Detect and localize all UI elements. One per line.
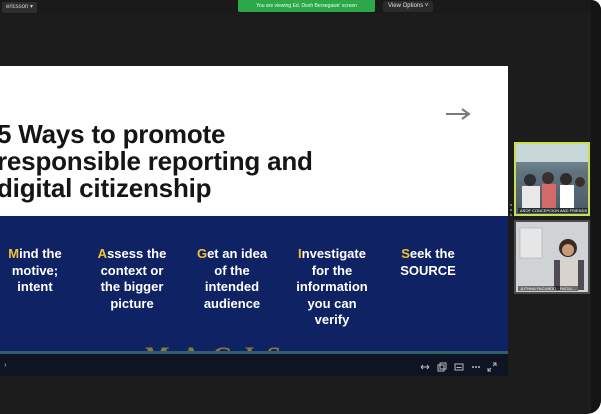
slide-title: 5 Ways to promote responsible reporting …: [0, 121, 437, 202]
tip-text: for the: [311, 262, 353, 278]
arrow-right-icon[interactable]: [444, 107, 472, 121]
slide-title-line-1: 5 Ways to promote: [0, 119, 226, 149]
tip-text: information: [296, 279, 368, 294]
tip-seek-source: Seek the SOURCE: [388, 246, 468, 279]
tip-text: eek the: [409, 246, 455, 261]
tip-text: ind the: [19, 246, 62, 261]
meeting-topbar: ericsson ▾ You are viewing Ed. Dexh Bers…: [0, 0, 601, 14]
tip-text: audience: [203, 295, 261, 311]
slide-title-line-2: responsible reporting and: [0, 146, 313, 176]
device-bezel: [591, 0, 601, 414]
tip-assess-context: Assess the context or the bigger picture: [84, 246, 180, 312]
tip-initial: A: [97, 246, 108, 261]
tip-get-an-idea: Get an idea of the intended audience: [186, 246, 278, 312]
tip-text: SOURCE: [400, 262, 456, 278]
zoom-menu-chip[interactable]: ericsson ▾: [2, 2, 38, 13]
fit-screen-icon[interactable]: [420, 359, 430, 370]
tip-mind-the-motive: Mind the motive; intent: [0, 246, 70, 296]
screen-share-banner: You are viewing Ed. Dexh Bersegawe' scre…: [238, 0, 375, 12]
captions-icon[interactable]: [454, 359, 464, 371]
fullscreen-icon[interactable]: [487, 359, 497, 372]
tip-text: et an idea: [207, 246, 268, 261]
device-frame: ericsson ▾ You are viewing Ed. Dexh Bers…: [0, 0, 601, 414]
tip-text: nvestigate: [301, 246, 366, 261]
tip-text: intended: [204, 279, 260, 294]
tip-text: ssess the: [107, 246, 167, 261]
participant-name-label: JUTHNA FACUNDO · FACUL...: [518, 286, 579, 291]
tip-text: motive;: [11, 262, 59, 278]
tip-initial: S: [401, 246, 410, 261]
tip-text: the bigger: [100, 279, 164, 294]
participant-video-thumbnail: [516, 222, 588, 292]
tip-text: intent: [17, 279, 53, 294]
slide-title-line-3: digital citizenship: [0, 173, 212, 203]
tip-text: verify: [314, 312, 350, 327]
participant-name-label: ASOF CONCEPCION AND FRIENDS: [518, 208, 588, 213]
expand-arrow-icon[interactable]: ›: [4, 360, 7, 369]
participant-tile[interactable]: ASOF CONCEPCION AND FRIENDS: [514, 142, 590, 216]
tip-investigate: Investigate for the information you can …: [284, 246, 380, 329]
tip-text: of the: [214, 262, 250, 278]
tip-text: context or: [100, 262, 164, 278]
tip-initial: G: [196, 246, 208, 261]
slide-title-panel: 5 Ways to promote responsible reporting …: [0, 66, 508, 216]
participant-video-thumbnail: [516, 144, 588, 208]
tip-initial: M: [8, 246, 20, 261]
shared-slide: 5 Ways to promote responsible reporting …: [0, 66, 508, 376]
slide-controls-bar: ›: [0, 354, 508, 376]
tip-text: picture: [110, 295, 154, 311]
more-icon[interactable]: [471, 359, 481, 369]
copy-icon[interactable]: [437, 359, 447, 372]
tip-text: you can: [307, 295, 357, 311]
view-options-button[interactable]: View Options ˅: [383, 1, 434, 12]
participant-tile[interactable]: JUTHNA FACUNDO · FACUL...: [514, 220, 590, 294]
participant-gallery: ASOF CONCEPCION AND FRIENDS JUTHNA FACUN…: [514, 140, 590, 300]
